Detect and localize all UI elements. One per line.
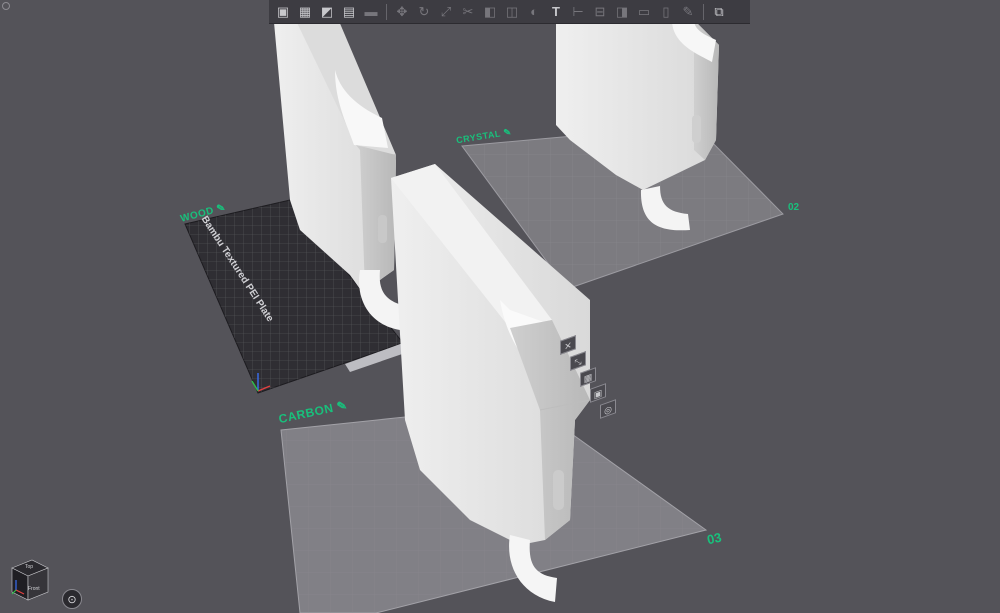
plate-number-carbon: 03 — [705, 529, 723, 548]
text-icon[interactable]: T — [546, 2, 566, 22]
toolbar-divider — [386, 3, 387, 20]
scale-icon[interactable]: ⤢ — [436, 2, 456, 22]
lock-icon[interactable]: ▭ — [634, 2, 654, 22]
toolbar-divider — [703, 3, 704, 20]
support-paint-icon[interactable]: ◧ — [480, 2, 500, 22]
navigation-cube[interactable]: Top Front — [8, 558, 50, 606]
zoom-fit-button[interactable]: ⊙ — [62, 589, 82, 609]
color-paint-icon[interactable]: ◐ — [524, 2, 544, 22]
edit-icon: ✎ — [502, 126, 513, 138]
measure-icon[interactable]: ⊢ — [568, 2, 588, 22]
seam-paint-icon[interactable]: ◫ — [502, 2, 522, 22]
variable-layer-icon[interactable]: ▯ — [656, 2, 676, 22]
top-toolbar: ▣ ▦ ◩ ▤ ▬ ✥ ↻ ⤢ ✂ ◧ ◫ ◐ T ⊢ ⊟ ◨ ▭ ▯ ✎ ⧉ — [269, 0, 750, 24]
3d-viewport[interactable] — [0, 0, 1000, 613]
cut-icon[interactable]: ✂ — [458, 2, 478, 22]
assembly-view-icon[interactable]: ⧉ — [709, 2, 729, 22]
navcube-top-label: Top — [25, 564, 34, 570]
grid-arrange-icon[interactable]: ▦ — [295, 2, 315, 22]
split-icon[interactable]: ▬ — [361, 2, 381, 22]
zoom-fit-icon: ⊙ — [67, 593, 77, 606]
plate-number-crystal: 02 — [788, 202, 800, 213]
move-icon[interactable]: ✥ — [392, 2, 412, 22]
orient-icon[interactable]: ◩ — [317, 2, 337, 22]
edit-icon[interactable]: ✎ — [678, 2, 698, 22]
assembly-icon[interactable]: ⊟ — [590, 2, 610, 22]
boolean-icon[interactable]: ◨ — [612, 2, 632, 22]
plate-layout-icon[interactable]: ▤ — [339, 2, 359, 22]
add-object-icon[interactable]: ▣ — [273, 2, 293, 22]
rotate-icon[interactable]: ↻ — [414, 2, 434, 22]
navcube-front-label: Front — [28, 586, 40, 592]
